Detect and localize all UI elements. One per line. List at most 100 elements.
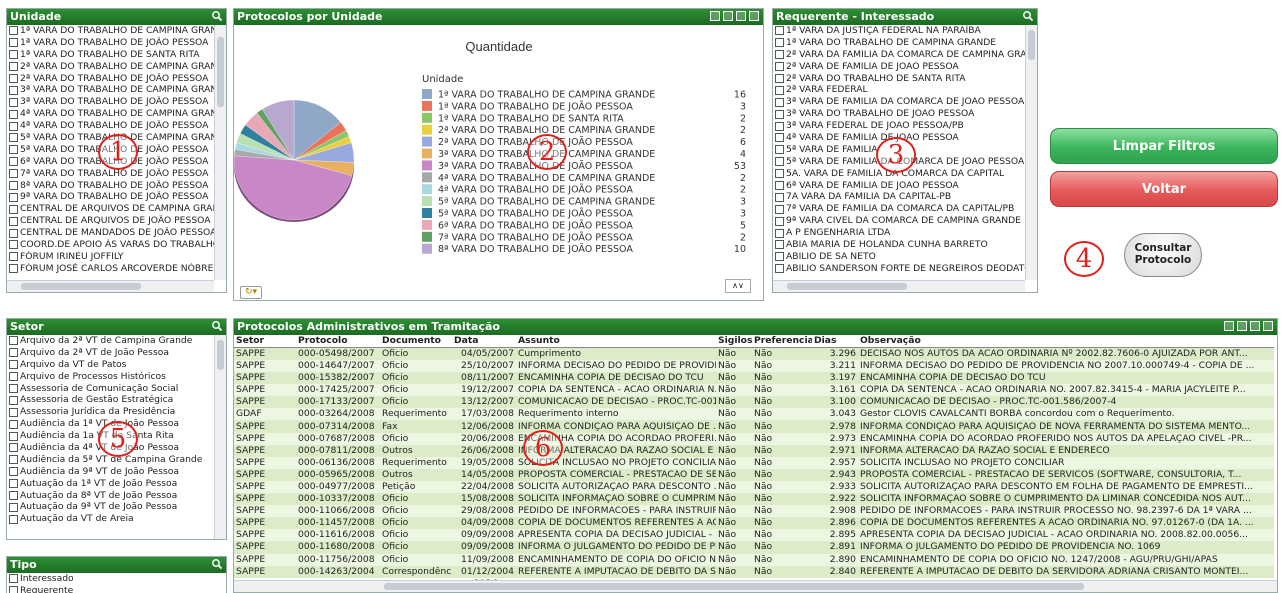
table-row[interactable]: GDAF 000-03264/2008 Requerimento 17/03/2008…	[234, 408, 1274, 421]
checkbox[interactable]	[9, 157, 18, 167]
list-item[interactable]: 1ª VARA DA JUSTIÇA FEDERAL NA PARAÍBA	[773, 25, 1025, 37]
list-item[interactable]: 2ª VARA DO TRABALHO DE JOÃO PESSOA	[7, 73, 214, 85]
table-row[interactable]: SAPPE 000-04977/2008 Petição 22/04/2008 SOLI…	[234, 480, 1274, 494]
maximize-icon[interactable]	[749, 11, 759, 21]
table-row[interactable]: SAPPE 000-10337/2008 Oficio 15/08/2008 SOLIC…	[234, 493, 1274, 506]
checkbox[interactable]	[9, 216, 18, 226]
list-item[interactable]: Arquivo da 2ª VT de Campina Grande	[7, 335, 214, 347]
checkbox[interactable]	[9, 192, 18, 202]
list-item[interactable]: Audiência da 9ª VT de João Pessoa	[7, 466, 214, 478]
list-item[interactable]: 1ª VARA DO TRABALHO DE CAMPINA GRANDE	[7, 25, 214, 37]
list-item[interactable]: 3ª VARA DO TRABALHO DE JOÃO PESSOA	[7, 96, 214, 108]
print-icon[interactable]	[710, 11, 720, 21]
list-item[interactable]: FÓRUM IRINEU JOFFILY	[7, 251, 214, 263]
voltar-button[interactable]: Voltar	[1050, 171, 1278, 207]
table-row[interactable]: SAPPE 000-07314/2008 Fax 12/06/2008 INFORMA …	[234, 420, 1274, 433]
table-row[interactable]: SAPPE 000-15382/2007 Oficio 08/11/2007 ENCAM…	[234, 372, 1274, 385]
list-item[interactable]: 3ª VARA FEDERAL DE JOAO PESSOA/PB	[773, 120, 1025, 132]
column-header[interactable]: Observação	[858, 335, 1274, 348]
list-item[interactable]: 2ª VARA DO TRABALHO DE SANTA RITA	[773, 73, 1025, 85]
checkbox[interactable]	[775, 26, 784, 36]
checkbox[interactable]	[9, 574, 18, 584]
list-item[interactable]: 3ª VARA DO TRABALHO DE CAMPINA GRANDE	[7, 84, 214, 96]
cycle-button[interactable]: ↻▾	[240, 286, 262, 299]
list-item[interactable]: Autuação da 1ª VT de João Pessoa	[7, 478, 214, 490]
checkbox[interactable]	[9, 514, 18, 524]
table-row[interactable]: SAPPE 000-11457/2008 Oficio 04/09/2008 COPIA…	[234, 517, 1274, 530]
checkbox[interactable]	[775, 252, 784, 262]
list-item[interactable]: Arquivo da VT de Patos	[7, 359, 214, 371]
checkbox[interactable]	[9, 467, 18, 477]
checkbox[interactable]	[775, 62, 784, 72]
list-item[interactable]: 7ª VARA DE FAMILIA DA COMARCA DA CAPITAL…	[773, 203, 1025, 215]
horizontal-scrollbar[interactable]	[773, 280, 1025, 292]
checkbox[interactable]	[775, 97, 784, 107]
checkbox[interactable]	[9, 38, 18, 48]
checkbox[interactable]	[775, 145, 784, 155]
checkbox[interactable]	[9, 50, 18, 60]
checkbox[interactable]	[9, 121, 18, 131]
list-item[interactable]: ABILIO SANDERSON FORTE DE NEGREIROS DEOD…	[773, 263, 1025, 275]
list-item[interactable]: 1ª VARA DO TRABALHO DE CAMPINA GRANDE	[773, 37, 1025, 49]
checkbox[interactable]	[775, 181, 784, 191]
checkbox[interactable]	[775, 74, 784, 83]
list-item[interactable]: A P ENGENHARIA LTDA	[773, 227, 1025, 239]
checkbox[interactable]	[9, 145, 18, 155]
list-item[interactable]: 3ª VARA DE FAMILIA DA COMARCA DE JOAO PE…	[773, 96, 1025, 108]
excel-icon[interactable]	[723, 11, 733, 21]
checkbox[interactable]	[9, 372, 18, 382]
maximize-icon[interactable]	[1263, 321, 1273, 331]
checkbox[interactable]	[9, 395, 18, 405]
consultar-protocolo-button[interactable]: Consultar Protocolo	[1124, 233, 1202, 277]
list-item[interactable]: 6ª VARA DE FAMILIA DE JOAO PESSOA	[773, 180, 1025, 192]
search-icon[interactable]	[1022, 10, 1034, 22]
list-item[interactable]: ABILIO DE SA NETO	[773, 251, 1025, 263]
checkbox[interactable]	[775, 204, 784, 214]
list-item[interactable]: 1ª VARA DO TRABALHO DE JOÃO PESSOA	[7, 37, 214, 49]
checkbox[interactable]	[9, 502, 18, 512]
list-item[interactable]: FÓRUM JOSÉ CARLOS ARCOVERDE NÓBREGA	[7, 263, 214, 275]
checkbox[interactable]	[9, 62, 18, 72]
column-header[interactable]: Assunto	[516, 335, 716, 348]
list-item[interactable]: 7ª VARA DO TRABALHO DE JOÃO PESSOA	[7, 168, 214, 180]
column-header[interactable]: Data	[452, 335, 516, 348]
column-header[interactable]: Dias	[812, 335, 858, 348]
checkbox[interactable]	[775, 109, 784, 119]
checkbox[interactable]	[9, 240, 18, 250]
list-item[interactable]: 1ª VARA DO TRABALHO DE SANTA RITA	[7, 49, 214, 61]
checkbox[interactable]	[9, 85, 18, 95]
checkbox[interactable]	[775, 121, 784, 131]
checkbox[interactable]	[775, 216, 784, 226]
print-icon[interactable]	[1224, 321, 1234, 331]
list-item[interactable]: Autuação da 9ª VT de João Pessoa	[7, 501, 214, 513]
vertical-scrollbar[interactable]	[1025, 25, 1037, 280]
list-item[interactable]: 8ª VARA DO TRABALHO DE JOÃO PESSOA	[7, 180, 214, 192]
list-item[interactable]: CENTRAL DE ARQUIVOS DE CAMPINA GRANDE	[7, 203, 214, 215]
horizontal-scrollbar[interactable]	[234, 580, 1277, 592]
table-row[interactable]: SAPPE 000-11616/2008 Oficio 09/09/2008 APRES…	[234, 529, 1274, 542]
list-item[interactable]: 3ª VARA DO TRABALHO DE JOAO PESSOA	[773, 108, 1025, 120]
list-item[interactable]: Arquivo de Processos Históricos	[7, 371, 214, 383]
checkbox[interactable]	[775, 192, 784, 202]
checkbox[interactable]	[775, 85, 784, 95]
vertical-scrollbar[interactable]	[214, 25, 226, 280]
list-item[interactable]: Arquivo da 2ª VT de João Pessoa	[7, 347, 214, 359]
checkbox[interactable]	[9, 26, 18, 36]
checkbox[interactable]	[9, 419, 18, 429]
column-header[interactable]: Protocolo	[296, 335, 380, 348]
list-item[interactable]: Assessoria Jurídica da Presidência	[7, 406, 214, 418]
checkbox[interactable]	[9, 74, 18, 83]
list-item[interactable]: Assessoria de Comunicação Social	[7, 383, 214, 395]
table-row[interactable]: SAPPE 000-07811/2008 Outros 26/06/2008 INFOR…	[234, 444, 1274, 457]
search-icon[interactable]	[211, 320, 223, 332]
list-item[interactable]: 9ª VARA CIVEL DA COMARCA DE CAMPINA GRAN…	[773, 215, 1025, 227]
checkbox[interactable]	[9, 204, 18, 214]
table-row[interactable]: SAPPE 000-05498/2007 Oficio 04/05/2007 Cumpr…	[234, 347, 1274, 360]
checkbox[interactable]	[9, 109, 18, 119]
table-row[interactable]: SAPPE 000-14647/2007 Oficio 25/10/2007 INFOR…	[234, 360, 1274, 373]
search-icon[interactable]	[211, 10, 223, 22]
list-item[interactable]: 2ª VARA DO TRABALHO DE CAMPINA GRANDE	[7, 61, 214, 73]
list-item[interactable]: Autuação da VT de Areia	[7, 513, 214, 525]
checkbox[interactable]	[9, 264, 18, 274]
column-header[interactable]: Sigiloso	[716, 335, 752, 348]
